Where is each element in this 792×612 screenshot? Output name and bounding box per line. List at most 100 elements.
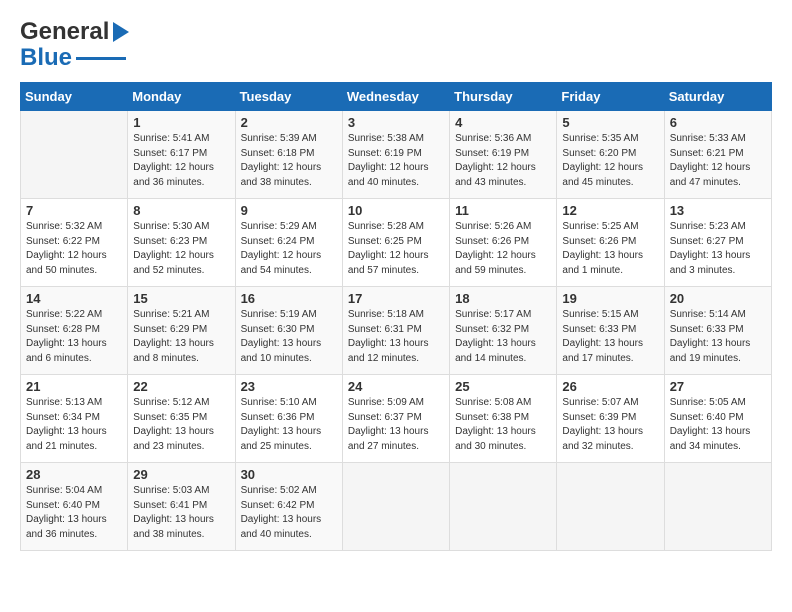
day-number: 30 — [241, 467, 337, 482]
cell-content: Sunrise: 5:21 AM Sunset: 6:29 PM Dayligh… — [133, 308, 229, 366]
day-number: 4 — [455, 115, 551, 130]
calendar-cell: 29Sunrise: 5:03 AM Sunset: 6:41 PM Dayli… — [128, 463, 235, 551]
day-number: 29 — [133, 467, 229, 482]
calendar-cell: 12 Sunrise: 5:25 AM Sunset: 6:26 PM Dayli… — [557, 199, 664, 287]
calendar-cell: 25Sunrise: 5:08 AM Sunset: 6:38 PM Dayli… — [450, 375, 557, 463]
calendar-cell: 21 Sunrise: 5:13 AM Sunset: 6:34 PM Dayli… — [21, 375, 128, 463]
cell-content: Sunrise: 5:07 AM Sunset: 6:39 PM Dayligh… — [562, 396, 658, 454]
cell-content: Sunrise: 5:33 AM Sunset: 6:21 PM Dayligh… — [670, 132, 766, 190]
calendar-cell: 20 Sunrise: 5:14 AM Sunset: 6:33 PM Dayli… — [664, 287, 771, 375]
week-row-4: 21 Sunrise: 5:13 AM Sunset: 6:34 PM Dayli… — [21, 375, 772, 463]
calendar-cell: 28 Sunrise: 5:04 AM Sunset: 6:40 PM Dayli… — [21, 463, 128, 551]
cell-content: Sunrise: 5:13 AM Sunset: 6:34 PM Dayligh… — [26, 396, 122, 454]
calendar-cell: 27 Sunrise: 5:05 AM Sunset: 6:40 PM Dayli… — [664, 375, 771, 463]
cell-content: Sunrise: 5:29 AM Sunset: 6:24 PM Dayligh… — [241, 220, 337, 278]
day-number: 8 — [133, 203, 229, 218]
week-row-5: 28 Sunrise: 5:04 AM Sunset: 6:40 PM Dayli… — [21, 463, 772, 551]
header-day-sunday: Sunday — [21, 83, 128, 111]
day-number: 7 — [26, 203, 122, 218]
calendar-cell: 9 Sunrise: 5:29 AM Sunset: 6:24 PM Daylig… — [235, 199, 342, 287]
day-number: 19 — [562, 291, 658, 306]
day-number: 22 — [133, 379, 229, 394]
cell-content: Sunrise: 5:12 AM Sunset: 6:35 PM Dayligh… — [133, 396, 229, 454]
cell-content: Sunrise: 5:28 AM Sunset: 6:25 PM Dayligh… — [348, 220, 444, 278]
day-number: 9 — [241, 203, 337, 218]
week-row-3: 14 Sunrise: 5:22 AM Sunset: 6:28 PM Dayli… — [21, 287, 772, 375]
day-number: 14 — [26, 291, 122, 306]
day-number: 6 — [670, 115, 766, 130]
day-number: 28 — [26, 467, 122, 482]
calendar-cell: 16 Sunrise: 5:19 AM Sunset: 6:30 PM Dayli… — [235, 287, 342, 375]
cell-content: Sunrise: 5:10 AM Sunset: 6:36 PM Dayligh… — [241, 396, 337, 454]
day-number: 23 — [241, 379, 337, 394]
calendar-cell: 1 Sunrise: 5:41 AM Sunset: 6:17 PM Daylig… — [128, 111, 235, 199]
day-number: 18 — [455, 291, 551, 306]
cell-content: Sunrise: 5:04 AM Sunset: 6:40 PM Dayligh… — [26, 484, 122, 542]
calendar-cell — [21, 111, 128, 199]
cell-content: Sunrise: 5:25 AM Sunset: 6:26 PM Dayligh… — [562, 220, 658, 278]
day-number: 1 — [133, 115, 229, 130]
calendar-table: SundayMondayTuesdayWednesdayThursdayFrid… — [20, 82, 772, 551]
calendar-cell — [557, 463, 664, 551]
calendar-cell: 3 Sunrise: 5:38 AM Sunset: 6:19 PM Daylig… — [342, 111, 449, 199]
calendar-cell: 7Sunrise: 5:32 AM Sunset: 6:22 PM Daylig… — [21, 199, 128, 287]
calendar-cell: 22 Sunrise: 5:12 AM Sunset: 6:35 PM Dayli… — [128, 375, 235, 463]
calendar-cell — [342, 463, 449, 551]
calendar-cell — [450, 463, 557, 551]
header-day-monday: Monday — [128, 83, 235, 111]
cell-content: Sunrise: 5:14 AM Sunset: 6:33 PM Dayligh… — [670, 308, 766, 366]
calendar-cell: 30 Sunrise: 5:02 AM Sunset: 6:42 PM Dayli… — [235, 463, 342, 551]
cell-content: Sunrise: 5:23 AM Sunset: 6:27 PM Dayligh… — [670, 220, 766, 278]
header-day-saturday: Saturday — [664, 83, 771, 111]
calendar-cell — [664, 463, 771, 551]
cell-content: Sunrise: 5:08 AM Sunset: 6:38 PM Dayligh… — [455, 396, 551, 454]
cell-content: Sunrise: 5:09 AM Sunset: 6:37 PM Dayligh… — [348, 396, 444, 454]
cell-content: Sunrise: 5:22 AM Sunset: 6:28 PM Dayligh… — [26, 308, 122, 366]
calendar-cell: 26 Sunrise: 5:07 AM Sunset: 6:39 PM Dayli… — [557, 375, 664, 463]
page-header: General Blue — [20, 20, 772, 72]
logo-arrow-icon — [111, 20, 131, 44]
day-number: 17 — [348, 291, 444, 306]
calendar-cell: 2Sunrise: 5:39 AM Sunset: 6:18 PM Daylig… — [235, 111, 342, 199]
header-day-thursday: Thursday — [450, 83, 557, 111]
day-number: 11 — [455, 203, 551, 218]
day-number: 26 — [562, 379, 658, 394]
calendar-cell: 11 Sunrise: 5:26 AM Sunset: 6:26 PM Dayli… — [450, 199, 557, 287]
day-number: 27 — [670, 379, 766, 394]
day-number: 13 — [670, 203, 766, 218]
cell-content: Sunrise: 5:02 AM Sunset: 6:42 PM Dayligh… — [241, 484, 337, 542]
week-row-2: 7Sunrise: 5:32 AM Sunset: 6:22 PM Daylig… — [21, 199, 772, 287]
day-number: 15 — [133, 291, 229, 306]
day-number: 12 — [562, 203, 658, 218]
calendar-cell: 15 Sunrise: 5:21 AM Sunset: 6:29 PM Dayli… — [128, 287, 235, 375]
cell-content: Sunrise: 5:05 AM Sunset: 6:40 PM Dayligh… — [670, 396, 766, 454]
cell-content: Sunrise: 5:35 AM Sunset: 6:20 PM Dayligh… — [562, 132, 658, 190]
calendar-cell: 10Sunrise: 5:28 AM Sunset: 6:25 PM Dayli… — [342, 199, 449, 287]
calendar-cell: 4Sunrise: 5:36 AM Sunset: 6:19 PM Daylig… — [450, 111, 557, 199]
calendar-cell: 8 Sunrise: 5:30 AM Sunset: 6:23 PM Daylig… — [128, 199, 235, 287]
cell-content: Sunrise: 5:39 AM Sunset: 6:18 PM Dayligh… — [241, 132, 337, 190]
day-number: 5 — [562, 115, 658, 130]
calendar-cell: 18 Sunrise: 5:17 AM Sunset: 6:32 PM Dayli… — [450, 287, 557, 375]
header-day-tuesday: Tuesday — [235, 83, 342, 111]
calendar-cell: 23 Sunrise: 5:10 AM Sunset: 6:36 PM Dayli… — [235, 375, 342, 463]
day-number: 20 — [670, 291, 766, 306]
cell-content: Sunrise: 5:17 AM Sunset: 6:32 PM Dayligh… — [455, 308, 551, 366]
calendar-cell: 13 Sunrise: 5:23 AM Sunset: 6:27 PM Dayli… — [664, 199, 771, 287]
cell-content: Sunrise: 5:38 AM Sunset: 6:19 PM Dayligh… — [348, 132, 444, 190]
calendar-cell: 6 Sunrise: 5:33 AM Sunset: 6:21 PM Daylig… — [664, 111, 771, 199]
logo: General Blue — [20, 20, 131, 72]
cell-content: Sunrise: 5:41 AM Sunset: 6:17 PM Dayligh… — [133, 132, 229, 190]
calendar-cell: 5 Sunrise: 5:35 AM Sunset: 6:20 PM Daylig… — [557, 111, 664, 199]
cell-content: Sunrise: 5:19 AM Sunset: 6:30 PM Dayligh… — [241, 308, 337, 366]
day-number: 3 — [348, 115, 444, 130]
cell-content: Sunrise: 5:30 AM Sunset: 6:23 PM Dayligh… — [133, 220, 229, 278]
week-row-1: 1 Sunrise: 5:41 AM Sunset: 6:17 PM Daylig… — [21, 111, 772, 199]
calendar-cell: 14 Sunrise: 5:22 AM Sunset: 6:28 PM Dayli… — [21, 287, 128, 375]
day-number: 24 — [348, 379, 444, 394]
calendar-cell: 19Sunrise: 5:15 AM Sunset: 6:33 PM Dayli… — [557, 287, 664, 375]
calendar-cell: 24 Sunrise: 5:09 AM Sunset: 6:37 PM Dayli… — [342, 375, 449, 463]
cell-content: Sunrise: 5:26 AM Sunset: 6:26 PM Dayligh… — [455, 220, 551, 278]
day-number: 21 — [26, 379, 122, 394]
day-number: 16 — [241, 291, 337, 306]
